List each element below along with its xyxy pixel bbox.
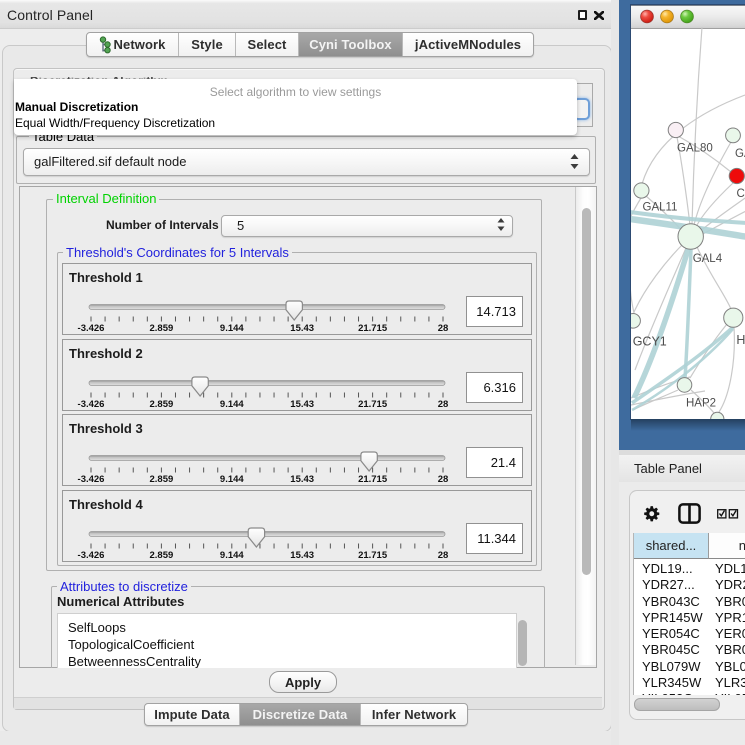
svg-text:21.715: 21.715: [358, 550, 388, 561]
svg-text:GAL80: GAL80: [677, 143, 713, 155]
svg-text:HAP2: HAP2: [686, 398, 716, 410]
svg-text:9.144: 9.144: [220, 474, 244, 485]
svg-text:9.144: 9.144: [220, 399, 244, 410]
svg-text:15.43: 15.43: [290, 323, 314, 334]
svg-text:28: 28: [438, 399, 449, 410]
svg-text:2.859: 2.859: [150, 474, 174, 485]
svg-text:21.715: 21.715: [358, 399, 388, 410]
svg-text:GAL2: GAL2: [735, 148, 745, 160]
svg-text:15.43: 15.43: [290, 474, 314, 485]
svg-text:-3.426: -3.426: [78, 474, 105, 485]
svg-text:2.859: 2.859: [150, 550, 174, 561]
svg-text:21.715: 21.715: [358, 323, 388, 334]
svg-text:9.144: 9.144: [220, 323, 244, 334]
svg-text:21.715: 21.715: [358, 474, 388, 485]
svg-text:9.144: 9.144: [220, 550, 244, 561]
svg-text:GAL11: GAL11: [643, 202, 678, 214]
svg-text:GAL4: GAL4: [693, 253, 723, 265]
svg-text:28: 28: [438, 323, 449, 334]
svg-text:C: C: [737, 188, 745, 200]
svg-text:28: 28: [438, 474, 449, 485]
svg-text:2.859: 2.859: [150, 399, 174, 410]
svg-text:15.43: 15.43: [290, 550, 314, 561]
svg-text:-3.426: -3.426: [78, 399, 105, 410]
svg-text:-3.426: -3.426: [78, 323, 105, 334]
svg-text:GCY1: GCY1: [633, 335, 667, 349]
svg-text:H: H: [736, 333, 745, 347]
svg-text:15.43: 15.43: [290, 399, 314, 410]
svg-text:28: 28: [438, 550, 449, 561]
svg-text:2.859: 2.859: [150, 323, 174, 334]
svg-text:-3.426: -3.426: [78, 550, 105, 561]
